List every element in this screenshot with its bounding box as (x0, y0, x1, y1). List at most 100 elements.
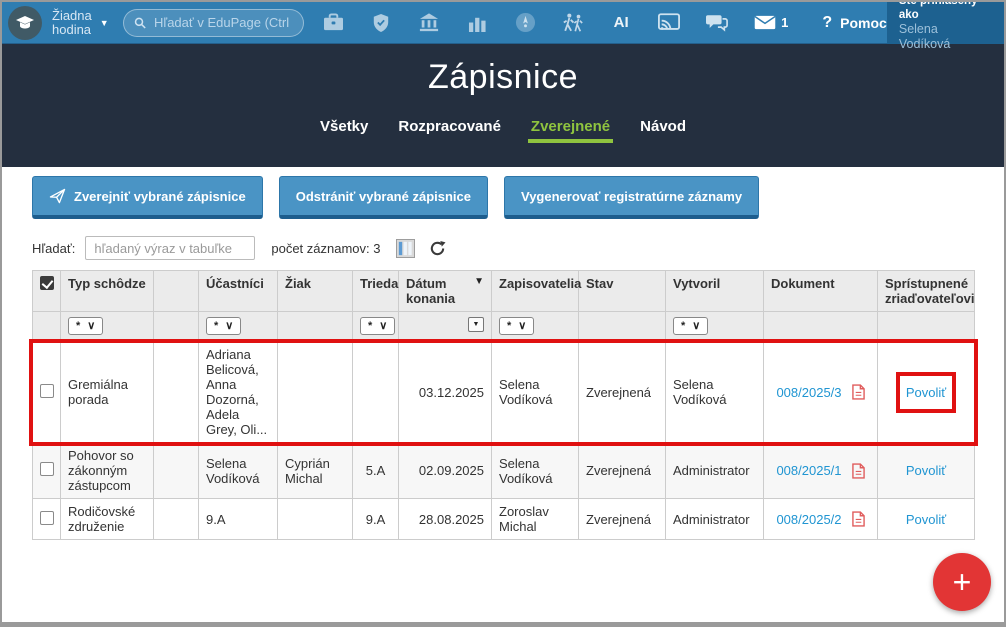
table-section: Typ schôdze Účastníci Žiak Trieda ▼Dátum… (32, 270, 976, 540)
table-row[interactable]: Pohovor so zákonným zástupcom Selena Vod… (33, 443, 975, 499)
filter-typ: *∨ (61, 312, 154, 342)
chat-icon[interactable] (706, 12, 728, 34)
tab-zverejnene[interactable]: Zverejnené (531, 118, 610, 143)
messages-button[interactable]: 1 (754, 15, 788, 30)
cell-dokument: 008/2025/2 (764, 499, 878, 540)
search-icon (134, 16, 146, 30)
help-label: Pomoc (840, 15, 887, 31)
col-stav[interactable]: Stav (579, 271, 666, 312)
filter-typ-select[interactable]: *∨ (68, 317, 103, 335)
cell-spacer (154, 342, 199, 443)
publish-label: Zverejniť vybrané zápisnice (74, 189, 246, 204)
publish-selected-button[interactable]: Zverejniť vybrané zápisnice (32, 176, 263, 219)
add-record-fab[interactable]: + (933, 553, 991, 611)
col-label: Zapisovatelia (499, 276, 581, 291)
global-search[interactable] (123, 9, 304, 37)
col-zapisovatelia[interactable]: Zapisovatelia (492, 271, 579, 312)
delete-selected-button[interactable]: Odstrániť vybrané zápisnice (279, 176, 488, 219)
cell-datum: 03.12.2025 (399, 342, 492, 443)
cell-typ-schodze: Pohovor so zákonným zástupcom (61, 443, 154, 499)
document-link[interactable]: 008/2025/3 (776, 385, 841, 400)
col-select (33, 271, 61, 312)
plus-icon: + (953, 564, 972, 601)
tab-vsetky[interactable]: Všetky (320, 118, 368, 143)
document-link[interactable]: 008/2025/1 (776, 463, 841, 478)
cell-trieda: 5.A (353, 443, 399, 499)
cast-icon[interactable] (658, 12, 680, 34)
cell-spristupnene: Povoliť (878, 499, 975, 540)
cell-vytvoril: Selena Vodíková (666, 342, 764, 443)
ai-icon[interactable]: AI (610, 12, 632, 34)
cell-typ-schodze: Gremiálna porada (61, 342, 154, 443)
paper-plane-icon (49, 188, 66, 204)
col-label: Dokument (771, 276, 835, 291)
cell-stav: Zverejnená (579, 443, 666, 499)
povolit-link[interactable]: Povoliť (906, 512, 946, 527)
col-datum-konania[interactable]: ▼Dátum konania (399, 271, 492, 312)
cell-ziak (278, 342, 353, 443)
graduation-cap-icon (15, 13, 35, 33)
filter-trieda: *∨ (353, 312, 399, 342)
col-ziak[interactable]: Žiak (278, 271, 353, 312)
tab-rozpracovane[interactable]: Rozpracované (398, 118, 501, 143)
cell-dokument: 008/2025/1 (764, 443, 878, 499)
pdf-icon[interactable] (852, 463, 865, 479)
povolit-link[interactable]: Povoliť (906, 463, 946, 478)
user-name: Selena Vodíková (899, 22, 992, 52)
envelope-icon (754, 15, 776, 30)
filter-vytvoril-select[interactable]: *∨ (673, 317, 708, 335)
cell-trieda (353, 342, 399, 443)
chevron-down-icon: ∨ (87, 320, 95, 332)
cell-vytvoril: Administrator (666, 499, 764, 540)
global-search-input[interactable] (152, 14, 293, 31)
filter-date-button[interactable]: ▼ (468, 317, 484, 332)
filter-trieda-select[interactable]: *∨ (360, 317, 395, 335)
document-link[interactable]: 008/2025/2 (776, 512, 841, 527)
cell-zapisovatelia: Selena Vodíková (492, 342, 579, 443)
help-button[interactable]: ? Pomoc (822, 14, 886, 32)
bar-chart-icon[interactable] (466, 12, 488, 34)
account-box[interactable]: Ste prihlásený ako Selena Vodíková (887, 2, 1004, 44)
row-checkbox[interactable] (40, 462, 54, 476)
select-all-checkbox[interactable] (40, 276, 54, 290)
pdf-icon[interactable] (852, 511, 865, 527)
cell-ziak: Cyprián Michal (278, 443, 353, 499)
table-row[interactable]: Rodičovské združenie 9.A 9.A 28.08.2025 … (33, 499, 975, 540)
cell-zapisovatelia: Selena Vodíková (492, 443, 579, 499)
col-typ-schodze[interactable]: Typ schôdze (61, 271, 154, 312)
row-checkbox[interactable] (40, 511, 54, 525)
col-spristupnene[interactable]: Sprístupnené zriaďovateľovi (878, 271, 975, 312)
walking-people-icon[interactable] (562, 12, 584, 34)
lesson-switcher[interactable]: Žiadna hodina ▼ (52, 9, 109, 37)
filter-value: * (681, 320, 685, 332)
generate-records-button[interactable]: Vygenerovať registratúrne záznamy (504, 176, 759, 219)
institution-icon[interactable] (418, 12, 440, 34)
question-icon: ? (822, 14, 832, 32)
filter-datum: ▼ (399, 312, 492, 342)
refresh-icon[interactable] (429, 240, 446, 257)
filter-ucastnici: *∨ (199, 312, 278, 342)
col-trieda[interactable]: Trieda (353, 271, 399, 312)
cell-spacer (154, 443, 199, 499)
table-body: Gremiálna porada Adriana Belicová, Anna … (33, 342, 975, 540)
col-vytvoril[interactable]: Vytvoril (666, 271, 764, 312)
sort-desc-icon[interactable]: ▼ (474, 276, 484, 287)
tab-bar: Všetky Rozpracované Zverejnené Návod (2, 118, 1004, 143)
shield-check-icon[interactable] (370, 12, 392, 34)
briefcase-icon[interactable] (322, 12, 344, 34)
cell-stav: Zverejnená (579, 342, 666, 443)
edupage-logo[interactable] (8, 6, 42, 40)
table-row[interactable]: Gremiálna porada Adriana Belicová, Anna … (33, 342, 975, 443)
table-search-input[interactable] (85, 236, 255, 260)
col-ucastnici[interactable]: Účastníci (199, 271, 278, 312)
columns-icon[interactable] (396, 239, 415, 258)
row-checkbox[interactable] (40, 384, 54, 398)
povolit-link[interactable]: Povoliť (906, 385, 946, 400)
pdf-icon[interactable] (852, 384, 865, 400)
cell-zapisovatelia: Zoroslav Michal (492, 499, 579, 540)
filter-zapisovatelia-select[interactable]: *∨ (499, 317, 534, 335)
compass-icon[interactable] (514, 12, 536, 34)
filter-ucastnici-select[interactable]: *∨ (206, 317, 241, 335)
tab-navod[interactable]: Návod (640, 118, 686, 143)
col-dokument[interactable]: Dokument (764, 271, 878, 312)
